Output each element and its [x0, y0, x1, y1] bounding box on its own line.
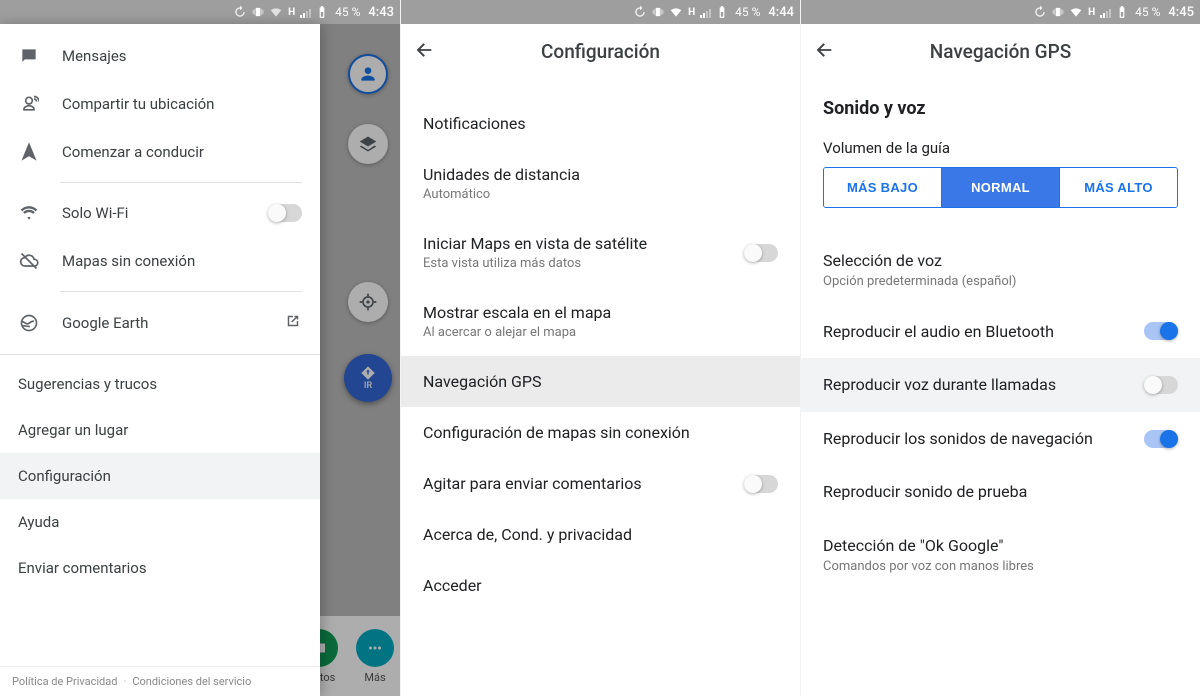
row-config-offline[interactable]: Configuración de mapas sin conexión [401, 407, 800, 458]
status-bar: H 45 % 4:44 [401, 0, 800, 24]
clock: 4:45 [1168, 5, 1194, 20]
row-acerca-privacidad[interactable]: Acerca de, Cond. y privacidad [401, 509, 800, 560]
row-ok-google[interactable]: Detección de "Ok Google" Comandos por vo… [823, 519, 1178, 590]
messages-icon [18, 46, 40, 66]
navsounds-toggle[interactable] [1144, 430, 1178, 448]
drawer-agregar-lugar[interactable]: Agregar un lugar [0, 407, 320, 453]
network-type: H [1088, 7, 1095, 18]
drawer-offline-maps[interactable]: Mapas sin conexión [0, 237, 320, 285]
appbar: Configuración [401, 24, 800, 80]
link-privacidad[interactable]: Política de Privacidad [12, 675, 117, 688]
row-navegacion-gps[interactable]: Navegación GPS [401, 356, 800, 407]
wifi-toggle[interactable] [268, 204, 302, 222]
battery-percent: 45 % [1135, 5, 1160, 19]
signal-icon [700, 6, 711, 18]
battery-icon [715, 5, 729, 19]
network-type: H [688, 7, 695, 18]
row-sonidos-navegacion[interactable]: Reproducir los sonidos de navegación [823, 412, 1178, 466]
section-sonido-voz: Sonido y voz [823, 98, 1178, 119]
satelite-toggle[interactable] [744, 244, 778, 262]
sync-icon [1033, 5, 1047, 19]
vibrate-icon [1051, 5, 1065, 19]
llamadas-toggle[interactable] [1144, 376, 1178, 394]
row-unidades-distancia[interactable]: Unidades de distancia Automático [401, 149, 800, 218]
earth-icon [18, 313, 40, 333]
drawer-enviar-comentarios[interactable]: Enviar comentarios [0, 545, 320, 591]
network-type: H [288, 7, 295, 18]
drawer-ayuda[interactable]: Ayuda [0, 499, 320, 545]
label-volumen-guia: Volumen de la guía [823, 139, 1178, 157]
cloud-off-icon [18, 251, 40, 271]
vibrate-icon [251, 5, 265, 19]
row-mostrar-escala[interactable]: Mostrar escala en el mapa Al acercar o a… [401, 287, 800, 356]
drawer-google-earth[interactable]: Google Earth [0, 298, 320, 348]
row-vista-satelite[interactable]: Iniciar Maps en vista de satélite Esta v… [401, 218, 800, 287]
appbar: Navegación GPS [801, 24, 1200, 80]
wifi-icon [1069, 5, 1083, 19]
agitar-toggle[interactable] [744, 475, 778, 493]
link-condiciones[interactable]: Condiciones del servicio [132, 675, 251, 688]
drawer-sugerencias[interactable]: Sugerencias y trucos [0, 361, 320, 407]
battery-icon [315, 5, 329, 19]
sync-icon [633, 5, 647, 19]
page-title: Navegación GPS [855, 40, 1146, 63]
row-cutoff [401, 80, 800, 98]
status-bar: H 45 % 4:45 [801, 0, 1200, 24]
bluetooth-toggle[interactable] [1144, 322, 1178, 340]
clock: 4:44 [768, 5, 794, 20]
back-button[interactable] [413, 39, 435, 65]
drawer-footer: Política de Privacidad · Condiciones del… [0, 666, 320, 696]
drawer-configuracion[interactable]: Configuración [0, 453, 320, 499]
wifi-icon-dim [269, 5, 283, 19]
wifi-icon [669, 5, 683, 19]
sync-icon [233, 5, 247, 19]
clock: 4:43 [368, 5, 394, 20]
volume-segmented-control: MÁS BAJO NORMAL MÁS ALTO [823, 167, 1178, 208]
vibrate-icon [651, 5, 665, 19]
share-location-icon [18, 94, 40, 114]
signal-icon [300, 6, 311, 18]
row-sonido-prueba[interactable]: Reproducir sonido de prueba [823, 465, 1178, 519]
status-bar: H 45 % 4:43 [0, 0, 400, 24]
battery-icon [1115, 5, 1129, 19]
wifi-icon [18, 203, 40, 223]
segment-normal[interactable]: NORMAL [941, 168, 1059, 207]
row-notificaciones[interactable]: Notificaciones [401, 98, 800, 149]
battery-percent: 45 % [735, 5, 760, 19]
back-button[interactable] [813, 39, 835, 65]
drawer-conducir[interactable]: Comenzar a conducir [0, 128, 320, 176]
row-acceder[interactable]: Acceder [401, 560, 800, 611]
navigation-icon [18, 142, 40, 162]
row-agitar-comentarios[interactable]: Agitar para enviar comentarios [401, 458, 800, 509]
nav-drawer: Mensajes Compartir tu ubicación Comenzar… [0, 24, 320, 696]
segment-mas-alto[interactable]: MÁS ALTO [1059, 168, 1177, 207]
row-audio-bluetooth[interactable]: Reproducir el audio en Bluetooth [823, 305, 1178, 359]
row-voz-llamadas[interactable]: Reproducir voz durante llamadas [801, 358, 1200, 412]
signal-icon [1100, 6, 1111, 18]
drawer-wifi-only[interactable]: Solo Wi-Fi [0, 189, 320, 237]
drawer-compartir-ubicacion[interactable]: Compartir tu ubicación [0, 80, 320, 128]
open-external-icon [284, 312, 302, 334]
segment-mas-bajo[interactable]: MÁS BAJO [824, 168, 941, 207]
page-title: Configuración [455, 40, 746, 63]
row-seleccion-voz[interactable]: Selección de voz Opción predeterminada (… [823, 234, 1178, 305]
drawer-mensajes[interactable]: Mensajes [0, 32, 320, 80]
battery-percent: 45 % [335, 5, 360, 19]
